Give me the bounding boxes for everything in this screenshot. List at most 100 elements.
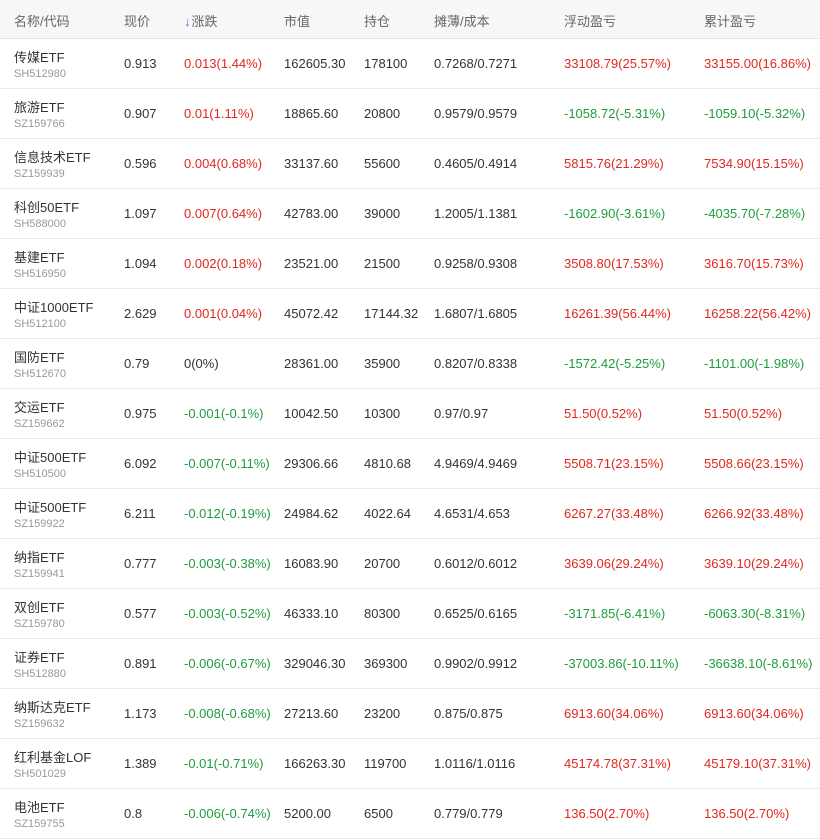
fund-code: SH512670 [14,368,66,380]
table-row[interactable]: 纳指ETF SZ159941 0.777 -0.003(-0.38%) 16083.90… [0,539,820,589]
fund-name[interactable]: 交运ETF [14,397,65,416]
fund-name[interactable]: 红利基金LOF [14,747,91,766]
diluted-cost: 0.6012/0.6012 [434,556,518,571]
cumulative-pnl: -6063.30(-8.31%) [704,606,806,621]
table-row[interactable]: 纳斯达克ETF SZ159632 1.173 -0.008(-0.68%) 27213.… [0,689,820,739]
floating-pnl: 6267.27(33.48%) [564,506,664,521]
fund-code: SZ159780 [14,618,65,630]
table-row[interactable]: 国防ETF SH512670 0.79 0(0%) 28361.00 35900 0.820… [0,339,820,389]
current-price: 0.777 [124,556,157,571]
diluted-cost: 0.4605/0.4914 [434,156,518,171]
fund-name[interactable]: 纳斯达克ETF [14,697,91,716]
fund-name[interactable]: 科创50ETF [14,197,79,216]
position-quantity: 20800 [364,106,401,121]
price-change: -0.006(-0.67%) [184,656,271,671]
current-price: 0.577 [124,606,157,621]
position-quantity: 39000 [364,206,401,221]
table-row[interactable]: 信息技术ETF SZ159939 0.596 0.004(0.68%) 33137.60… [0,139,820,189]
fund-name[interactable]: 纳指ETF [14,547,65,566]
fund-code: SZ159922 [14,518,65,530]
market-value: 42783.00 [284,206,339,221]
price-change: -0.003(-0.38%) [184,556,271,571]
current-price: 0.891 [124,656,157,671]
price-change: 0.001(0.04%) [184,306,263,321]
position-quantity: 4810.68 [364,456,411,471]
table-row[interactable]: 交运ETF SZ159662 0.975 -0.001(-0.1%) 10042.50 1… [0,389,820,439]
diluted-cost: 1.2005/1.1381 [434,206,518,221]
price-change: 0.01(1.11%) [184,106,254,121]
price-change: -0.01(-0.71%) [184,756,264,771]
fund-name[interactable]: 信息技术ETF [14,147,91,166]
table-row[interactable]: 电池ETF SZ159755 0.8 -0.006(-0.74%) 5200.00 650… [0,789,820,839]
fund-name[interactable]: 基建ETF [14,247,65,266]
price-change: -0.001(-0.1%) [184,406,264,421]
market-value: 45072.42 [284,306,339,321]
table-row[interactable]: 中证500ETF SZ159922 6.211 -0.012(-0.19%) 24984… [0,489,820,539]
position-quantity: 6500 [364,806,393,821]
cumulative-pnl: 45179.10(37.31%) [704,756,811,771]
cumulative-pnl: 51.50(0.52%) [704,406,783,421]
diluted-cost: 0.6525/0.6165 [434,606,518,621]
current-price: 0.79 [124,356,150,371]
column-header-market-value[interactable]: 市值 [284,11,310,30]
column-header-float-pnl[interactable]: 浮动盈亏 [564,11,616,30]
fund-name[interactable]: 双创ETF [14,597,65,616]
fund-code: SH512980 [14,68,66,80]
cumulative-pnl: 7534.90(15.15%) [704,156,804,171]
cumulative-pnl: 33155.00(16.86%) [704,56,811,71]
fund-name[interactable]: 电池ETF [14,797,65,816]
table-row[interactable]: 传媒ETF SH512980 0.913 0.013(1.44%) 162605.30 1… [0,39,820,89]
position-quantity: 23200 [364,706,401,721]
fund-name[interactable]: 中证500ETF [14,497,86,516]
fund-name[interactable]: 中证500ETF [14,447,86,466]
fund-code: SH516950 [14,268,66,280]
cumulative-pnl: 5508.66(23.15%) [704,456,804,471]
table-row[interactable]: 证券ETF SH512880 0.891 -0.006(-0.67%) 329046.3… [0,639,820,689]
floating-pnl: 51.50(0.52%) [564,406,643,421]
current-price: 2.629 [124,306,157,321]
column-header-price[interactable]: 现价 [124,11,150,30]
current-price: 1.389 [124,756,157,771]
market-value: 166263.30 [284,756,346,771]
floating-pnl: -1058.72(-5.31%) [564,106,666,121]
market-value: 27213.60 [284,706,339,721]
table-row[interactable]: 双创ETF SZ159780 0.577 -0.003(-0.52%) 46333.10… [0,589,820,639]
position-quantity: 119700 [364,756,407,771]
fund-name[interactable]: 传媒ETF [14,47,65,66]
table-row[interactable]: 中证500ETF SH510500 6.092 -0.007(-0.11%) 29306… [0,439,820,489]
market-value: 16083.90 [284,556,339,571]
current-price: 6.211 [124,506,156,521]
market-value: 33137.60 [284,156,339,171]
position-quantity: 178100 [364,56,408,71]
position-quantity: 55600 [364,156,401,171]
table-row[interactable]: 基建ETF SH516950 1.094 0.002(0.18%) 23521.00 21… [0,239,820,289]
current-price: 0.8 [124,806,143,821]
fund-code: SZ159939 [14,168,65,180]
column-header-total-pnl[interactable]: 累计盈亏 [704,11,756,30]
fund-name[interactable]: 中证1000ETF [14,297,93,316]
fund-code: SH512100 [14,318,66,330]
fund-name[interactable]: 国防ETF [14,347,65,366]
table-row[interactable]: 旅游ETF SZ159766 0.907 0.01(1.11%) 18865.60 208… [0,89,820,139]
current-price: 0.907 [124,106,157,121]
price-change: 0(0%) [184,356,219,371]
column-header-cost[interactable]: 摊薄/成本 [434,11,490,30]
position-quantity: 80300 [364,606,401,621]
floating-pnl: -1602.90(-3.61%) [564,206,666,221]
column-header-name[interactable]: 名称/代码 [14,11,70,30]
floating-pnl: 33108.79(25.57%) [564,56,671,71]
market-value: 5200.00 [284,806,331,821]
diluted-cost: 0.7268/0.7271 [434,56,518,71]
market-value: 23521.00 [284,256,339,271]
table-row[interactable]: 科创50ETF SH588000 1.097 0.007(0.64%) 42783.00… [0,189,820,239]
table-row[interactable]: 中证1000ETF SH512100 2.629 0.001(0.04%) 45072.… [0,289,820,339]
fund-name[interactable]: 旅游ETF [14,97,65,116]
column-header-change[interactable]: ↓涨跌 [184,11,218,30]
fund-name[interactable]: 证券ETF [14,647,65,666]
fund-code: SZ159941 [14,568,65,580]
column-header-position[interactable]: 持仓 [364,11,390,30]
table-row[interactable]: 红利基金LOF SH501029 1.389 -0.01(-0.71%) 166263.… [0,739,820,789]
table-header: 名称/代码 现价 ↓涨跌 市值 持仓 摊薄/成本 浮动盈亏 累计盈亏 [0,0,820,39]
cumulative-pnl: -1059.10(-5.32%) [704,106,806,121]
holdings-table: 名称/代码 现价 ↓涨跌 市值 持仓 摊薄/成本 浮动盈亏 累计盈亏 传媒ETF… [0,0,820,839]
